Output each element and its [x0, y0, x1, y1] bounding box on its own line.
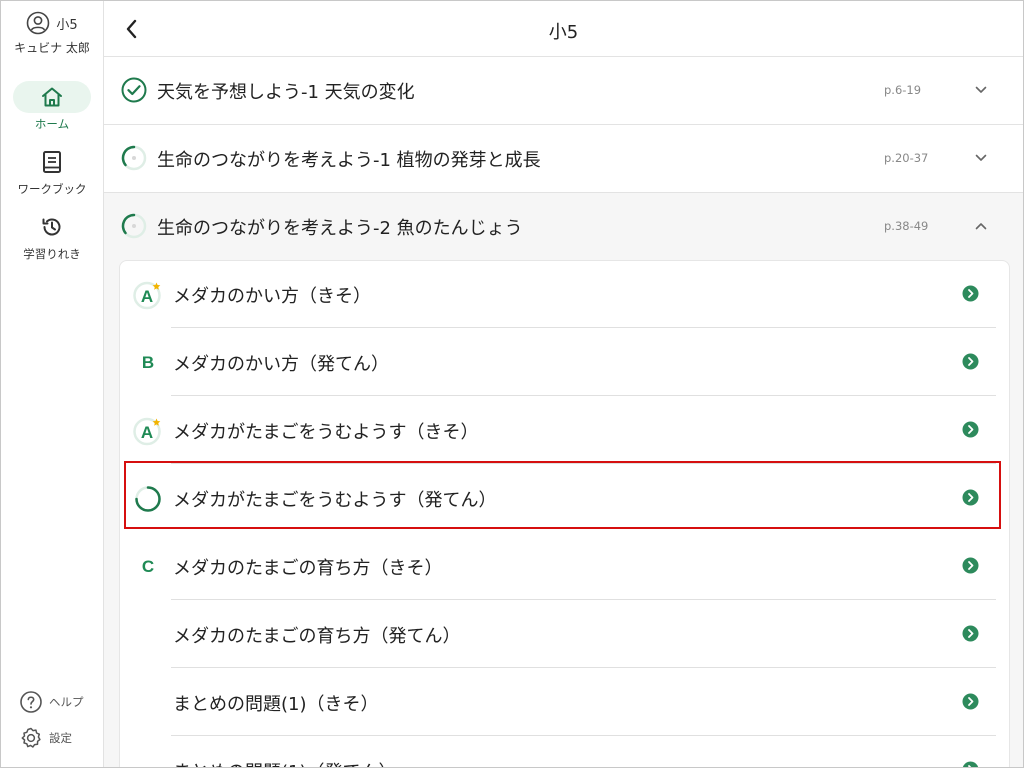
top-bar: 小5	[104, 1, 1023, 57]
arrow-right-circle-icon[interactable]	[962, 625, 979, 642]
arrow-right-circle-icon[interactable]	[962, 285, 979, 302]
unit-pages: p.38-49	[884, 219, 929, 233]
user-profile[interactable]: 小5 キュビナ 太郎	[1, 11, 103, 56]
lesson-title: まとめの問題(1)（きそ）	[173, 694, 379, 715]
nav-home[interactable]: ホーム	[1, 81, 103, 132]
grade-badge: A	[133, 280, 163, 310]
grade-badge: C	[133, 552, 163, 582]
unit-title: 天気を予想しよう-1 天気の変化	[157, 82, 415, 103]
unit-row-expanded[interactable]: 生命のつながりを考えよう-2 魚のたんじょう p.38-49	[104, 193, 1023, 260]
home-icon	[42, 87, 62, 107]
grade-badge: B	[133, 348, 163, 378]
nav-workbook[interactable]: ワークブック	[1, 146, 103, 197]
nav-history-label: 学習りれき	[23, 247, 81, 261]
lesson-row[interactable]: まとめの問題(1)（発てん）	[119, 736, 1008, 768]
arrow-right-circle-icon[interactable]	[962, 693, 979, 710]
progress-ring-icon	[121, 213, 147, 239]
unit-pages: p.20-37	[884, 151, 929, 165]
arrow-right-circle-icon[interactable]	[962, 557, 979, 574]
chevron-down-icon	[975, 154, 987, 161]
lesson-title: メダカのかい方（発てん）	[173, 354, 389, 375]
gear-icon	[21, 727, 41, 748]
history-icon	[42, 218, 61, 236]
lesson-row[interactable]: B メダカのかい方（発てん）	[119, 328, 1008, 396]
user-grade: 小5	[56, 17, 78, 33]
lesson-row[interactable]: まとめの問題(1)（きそ）	[119, 668, 1008, 736]
lesson-row[interactable]: A メダカのかい方（きそ）	[119, 260, 1008, 328]
grade-badge: A	[133, 416, 163, 446]
nav-workbook-label: ワークブック	[17, 182, 87, 196]
check-circle-icon	[121, 77, 147, 103]
lesson-title: メダカのかい方（きそ）	[173, 286, 371, 307]
book-icon	[43, 151, 61, 173]
unit-row[interactable]: 生命のつながりを考えよう-1 植物の発芽と成長 p.20-37	[104, 125, 1023, 193]
user-avatar-icon	[27, 11, 50, 35]
grade-letter: C	[141, 557, 155, 576]
sidebar: 小5 キュビナ 太郎 ホーム ワークブック 学習りれき ヘルプ 設定	[1, 1, 104, 767]
arrow-right-circle-icon[interactable]	[962, 761, 979, 768]
lesson-title: メダカのたまごの育ち方（きそ）	[173, 558, 443, 579]
progress-badge	[133, 484, 163, 514]
progress-ring-icon	[121, 145, 147, 171]
nav-home-label: ホーム	[34, 117, 70, 131]
nav-history[interactable]: 学習りれき	[1, 211, 103, 262]
unit-pages: p.6-19	[884, 83, 922, 97]
page-title: 小5	[548, 22, 579, 43]
help-link[interactable]: ヘルプ	[19, 690, 84, 714]
grade-letter: A	[140, 423, 154, 442]
arrow-right-circle-icon[interactable]	[962, 353, 979, 370]
arrow-right-circle-icon[interactable]	[962, 421, 979, 438]
lesson-title: メダカがたまごをうむようす（発てん）	[173, 490, 497, 511]
unit-title: 生命のつながりを考えよう-1 植物の発芽と成長	[157, 150, 541, 171]
user-name: キュビナ 太郎	[14, 41, 90, 55]
lesson-row[interactable]: A メダカがたまごをうむようす（きそ）	[119, 396, 1008, 464]
lesson-row[interactable]: C メダカのたまごの育ち方（きそ）	[119, 532, 1008, 600]
lesson-title: まとめの問題(1)（発てん）	[173, 758, 397, 767]
help-label: ヘルプ	[49, 695, 84, 709]
chevron-up-icon	[975, 223, 987, 230]
grade-letter: A	[140, 287, 154, 306]
grade-letter: B	[141, 353, 155, 372]
app-frame: 小5 キュビナ 太郎 ホーム ワークブック 学習りれき ヘルプ 設定 小5 天気…	[0, 0, 1024, 768]
settings-label: 設定	[49, 731, 72, 745]
progress-ring-icon	[135, 486, 161, 512]
lesson-title: メダカがたまごをうむようす（きそ）	[173, 422, 479, 443]
lesson-title: メダカのたまごの育ち方（発てん）	[173, 626, 461, 647]
unit-title: 生命のつながりを考えよう-2 魚のたんじょう	[157, 218, 523, 239]
lesson-row-current[interactable]: メダカがたまごをうむようす（発てん）	[119, 464, 1008, 532]
lesson-row[interactable]: メダカのたまごの育ち方（発てん）	[119, 600, 1008, 668]
arrow-right-circle-icon[interactable]	[962, 489, 979, 506]
settings-link[interactable]: 設定	[19, 726, 72, 750]
unit-row[interactable]: 天気を予想しよう-1 天気の変化 p.6-19	[104, 57, 1023, 125]
main-content: 小5 天気を予想しよう-1 天気の変化 p.6-19 生命のつながりを考えよう-…	[104, 1, 1023, 767]
chevron-down-icon	[975, 86, 987, 93]
help-icon	[20, 691, 42, 713]
